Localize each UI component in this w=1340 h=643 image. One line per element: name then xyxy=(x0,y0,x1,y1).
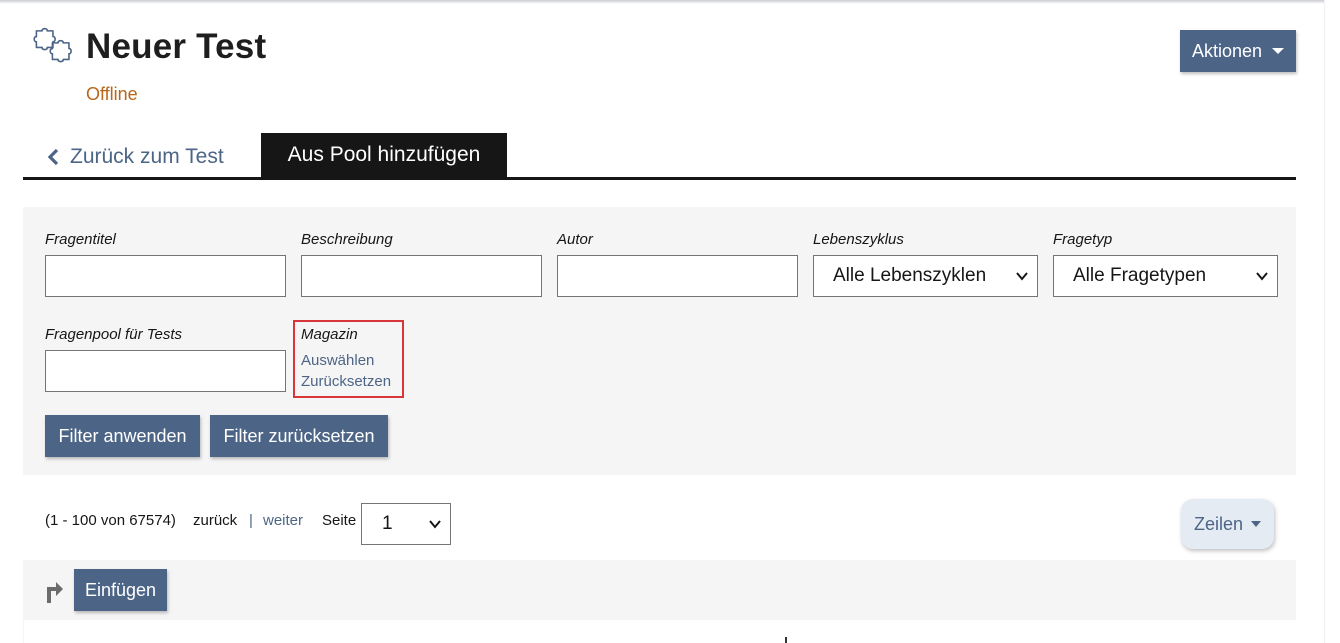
table-header-fragment xyxy=(785,637,787,643)
question-type-select-value: Alle Fragetypen xyxy=(1073,265,1207,286)
title-input[interactable] xyxy=(45,255,286,297)
filter-label-author: Autor xyxy=(557,231,593,248)
filter-label-magazin: Magazin xyxy=(301,326,358,343)
status-label: Offline xyxy=(86,84,138,104)
rows-dropdown-button[interactable]: Zeilen xyxy=(1181,499,1274,549)
page-title: Neuer Test xyxy=(86,27,267,66)
filter-label-description: Beschreibung xyxy=(301,231,393,248)
pagination-next-link[interactable]: weiter xyxy=(263,512,303,529)
lifecycle-select-value: Alle Lebenszyklen xyxy=(833,265,987,286)
filter-label-question-type: Fragetyp xyxy=(1053,231,1113,248)
apply-filter-button[interactable]: Filter anwenden xyxy=(45,415,200,457)
question-pool-input[interactable] xyxy=(45,350,286,392)
pagination-page-label: Seite xyxy=(322,512,357,529)
actions-button-label: Aktionen xyxy=(1191,40,1263,61)
chevron-left-icon xyxy=(47,148,59,166)
tab-back-to-test[interactable]: Zurück zum Test xyxy=(47,145,224,169)
reset-filter-button[interactable]: Filter zurücksetzen xyxy=(210,415,388,457)
magazin-select-link[interactable]: Auswählen xyxy=(301,352,374,369)
author-input[interactable] xyxy=(557,255,798,297)
filter-panel: Fragentitel Beschreibung Autor Lebenszyk… xyxy=(23,207,1296,475)
actions-dropdown-button[interactable]: Aktionen xyxy=(1180,30,1296,72)
question-type-select[interactable]: Alle Fragetypen xyxy=(1053,255,1278,297)
pagination-separator: | xyxy=(249,512,253,529)
top-shadow xyxy=(0,0,1340,4)
pagination-range: (1 - 100 von 67574) xyxy=(45,512,176,529)
tab-back-label: Zurück zum Test xyxy=(70,145,224,168)
puzzle-icon xyxy=(33,27,72,63)
insert-button[interactable]: Einfügen xyxy=(74,569,167,611)
description-input[interactable] xyxy=(301,255,542,297)
chevron-down-icon xyxy=(429,520,441,529)
rows-button-label: Zeilen xyxy=(1193,513,1244,534)
turn-right-arrow-icon xyxy=(47,582,63,603)
multi-command-toolbar: Einfügen xyxy=(23,560,1296,620)
caret-down-icon xyxy=(1272,48,1285,54)
magazin-reset-link[interactable]: Zurücksetzen xyxy=(301,373,391,390)
filter-label-lifecycle: Lebenszyklus xyxy=(813,231,904,248)
page-select-value: 1 xyxy=(382,513,393,534)
lifecycle-select[interactable]: Alle Lebenszyklen xyxy=(813,255,1038,297)
filter-label-question-pool: Fragenpool für Tests xyxy=(45,326,183,343)
pagination-prev: zurück xyxy=(193,512,238,529)
tab-bar: Zurück zum Test Aus Pool hinzufügen xyxy=(23,133,1296,180)
question-table xyxy=(23,620,1283,643)
chevron-down-icon xyxy=(1256,272,1268,281)
chevron-down-icon xyxy=(1016,272,1028,281)
tab-add-from-pool[interactable]: Aus Pool hinzufügen xyxy=(261,133,507,177)
caret-down-icon xyxy=(1251,521,1262,527)
filter-label-title: Fragentitel xyxy=(45,231,116,248)
page-select[interactable]: 1 xyxy=(361,503,451,545)
scrollbar[interactable] xyxy=(1324,0,1340,643)
